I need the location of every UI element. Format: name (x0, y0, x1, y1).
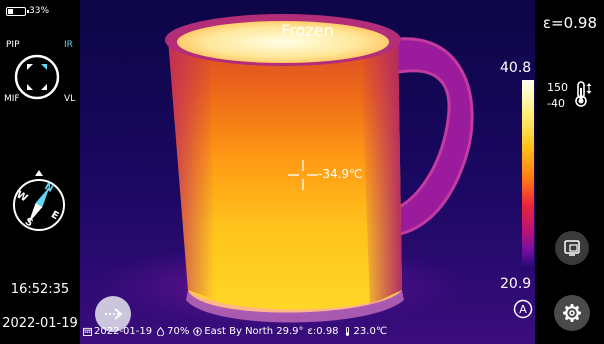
status-ambient-text: 23.0℃ (353, 325, 388, 337)
status-emissivity: ε:0.98 (308, 326, 339, 337)
emissivity-value[interactable]: ε=0.98 (543, 14, 597, 32)
status-direction-text: East By North 29.9° (204, 325, 304, 337)
thermometer-icon (575, 81, 592, 107)
display-settings-button[interactable] (555, 231, 589, 265)
right-panel: ε=0.98 150 -40 (535, 0, 604, 344)
mode-vl[interactable]: VL (64, 94, 75, 104)
spot-temperature: -34.9℃ (318, 167, 363, 181)
mode-dial[interactable] (11, 51, 63, 103)
thermometer-small-icon (345, 326, 349, 336)
mode-pip[interactable]: PIP (6, 40, 20, 50)
mode-ir[interactable]: IR (64, 40, 73, 50)
settings-button[interactable] (554, 295, 590, 331)
auto-range-icon[interactable]: A (513, 299, 533, 319)
scale-max-value: 40.8 (500, 60, 532, 76)
range-high: 150 (547, 81, 568, 94)
battery-percent: 33% (29, 6, 50, 16)
compass-icon: N E S W (13, 170, 65, 231)
status-direction: East By North 29.9° (193, 325, 304, 337)
palette-scale-bar[interactable] (522, 80, 534, 270)
status-emissivity-text: ε:0.98 (307, 325, 339, 337)
clock-time: 16:52:35 (10, 282, 70, 297)
battery-icon (6, 6, 29, 16)
battery-fill (8, 8, 13, 14)
calendar-icon (83, 327, 92, 336)
app-root: 33% PIP IR MIF VL N E S W 16:52:35 2022-… (0, 0, 604, 344)
crosshair-icon (288, 160, 318, 190)
auto-range-letter: A (519, 303, 527, 316)
preset-title: Frozen (281, 21, 334, 40)
thermal-view[interactable]: Frozen -34.9℃ 2022-01-19 70% East By Nor… (80, 0, 535, 344)
status-humidity-text: 70% (167, 325, 190, 337)
screen-settings-icon (564, 240, 580, 256)
battery-indicator: 33% (6, 6, 49, 16)
compass-small-icon (193, 326, 203, 336)
range-low: -40 (547, 97, 565, 110)
compass-s-label: S (23, 216, 35, 229)
status-bar: 2022-01-19 70% East By North 29.9° ε:0.9… (83, 324, 387, 338)
scale-min-value: 20.9 (500, 276, 532, 292)
status-humidity: 70% (156, 326, 189, 337)
status-date: 2022-01-19 (83, 326, 152, 337)
arrow-right-icon (105, 308, 122, 320)
status-date-text: 2022-01-19 (94, 325, 153, 337)
left-panel: 33% PIP IR MIF VL N E S W 16:52:35 2022-… (0, 0, 80, 344)
status-ambient: 23.0℃ (343, 325, 388, 337)
droplet-icon (157, 326, 165, 336)
temperature-range[interactable]: 150 -40 (547, 78, 601, 114)
clock-date: 2022-01-19 (2, 316, 78, 331)
gear-icon (563, 304, 581, 322)
compass-w-label: W (14, 189, 29, 204)
